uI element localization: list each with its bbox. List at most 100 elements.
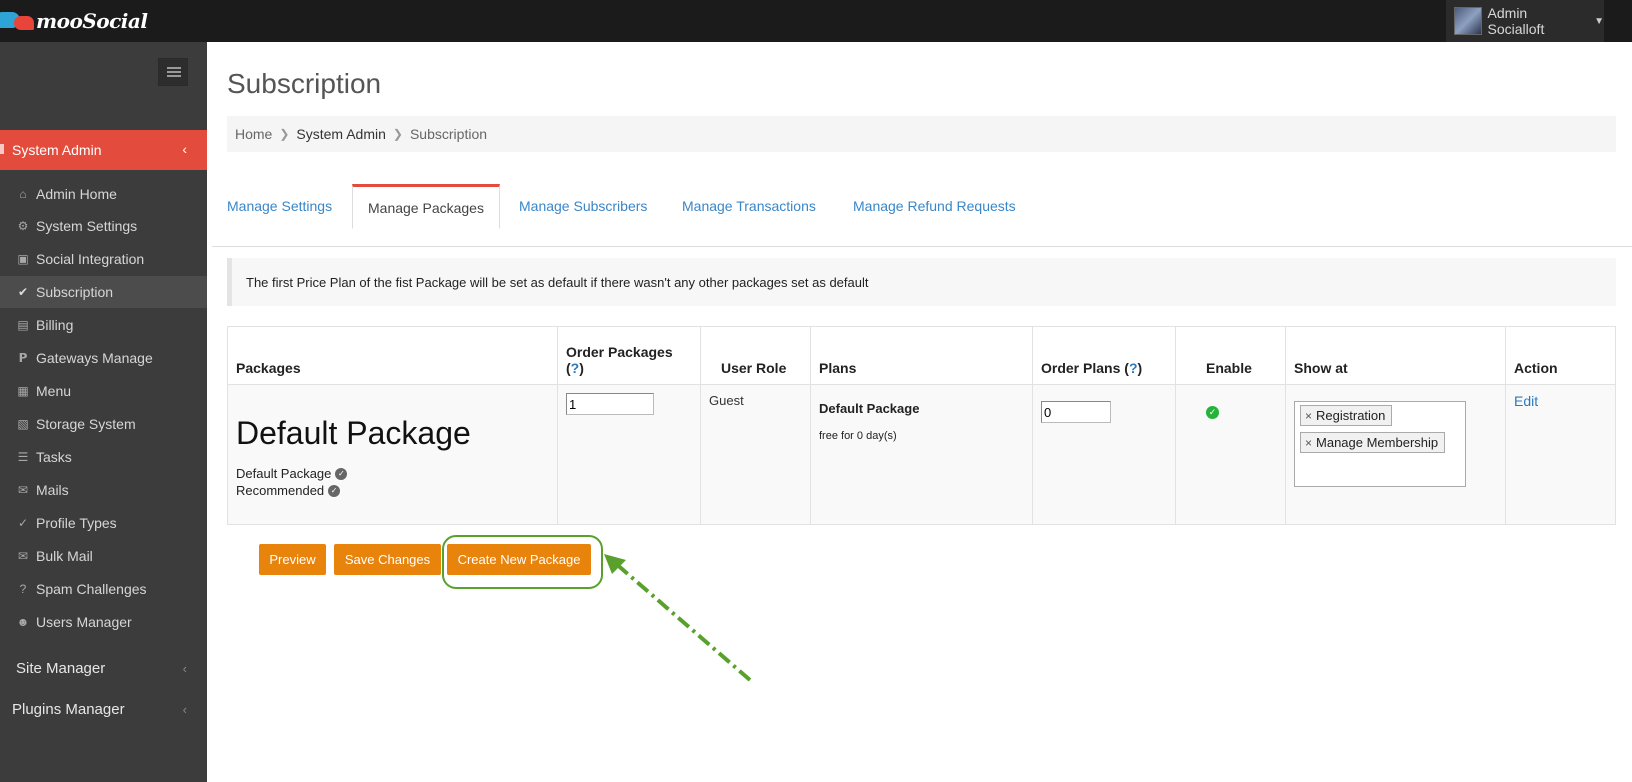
notice-message: The first Price Plan of the fist Package… xyxy=(227,258,1616,306)
sidebar-item-label: Mails xyxy=(36,482,69,498)
tab-manage-refund-requests[interactable]: Manage Refund Requests xyxy=(838,184,1031,228)
user-menu[interactable]: Admin Socialloft ▼ xyxy=(1446,0,1604,42)
sidebar-item-label: Billing xyxy=(36,317,74,333)
sidebar-item-users-manager[interactable]: ☻ Users Manager xyxy=(0,606,207,638)
logo[interactable]: mooSocial xyxy=(0,6,148,36)
sidebar-item-label: Menu xyxy=(36,383,72,399)
sidebar-item-label: Spam Challenges xyxy=(36,581,147,597)
column-header-enable: Enable xyxy=(1175,326,1286,385)
sidebar-group-site-manager[interactable]: Site Manager ‹ xyxy=(0,648,207,688)
envelope-icon: ✉ xyxy=(17,483,29,497)
package-flag-default: Default Package ✓ xyxy=(236,466,549,481)
cell-show-at: × Registration × Manage Membership xyxy=(1285,384,1506,525)
sidebar-item-tasks[interactable]: ☰ Tasks xyxy=(0,441,207,473)
chevron-right-icon: ❯ xyxy=(392,127,403,141)
share-icon: ▣ xyxy=(17,252,29,266)
sidebar: System Admin ‹ ⌂ Admin Home ⚙ System Set… xyxy=(0,42,207,782)
user-role-value: Guest xyxy=(709,393,744,408)
column-header-order-plans: Order Plans (?) xyxy=(1032,326,1176,385)
order-plan-input[interactable] xyxy=(1041,401,1111,423)
tab-manage-packages[interactable]: Manage Packages xyxy=(352,184,500,229)
remove-tag-icon[interactable]: × xyxy=(1305,436,1312,450)
cell-order-packages xyxy=(557,384,701,525)
chevron-left-icon: ‹ xyxy=(182,660,187,676)
gear-icon: ⚙ xyxy=(17,219,29,233)
preview-button[interactable]: Preview xyxy=(259,544,326,575)
plan-description: free for 0 day(s) xyxy=(819,430,897,442)
tab-manage-transactions[interactable]: Manage Transactions xyxy=(667,184,831,228)
credit-card-icon: ▤ xyxy=(17,318,29,332)
sidebar-item-label: Subscription xyxy=(36,284,114,300)
home-icon: ⌂ xyxy=(19,187,27,201)
show-at-tag-registration: × Registration xyxy=(1300,405,1393,426)
package-flag-label: Recommended xyxy=(236,483,325,498)
sidebar-section-system-admin[interactable]: System Admin ‹ xyxy=(0,130,207,170)
sidebar-item-label: Users Manager xyxy=(36,614,132,630)
help-link[interactable]: ? xyxy=(1129,360,1138,376)
show-at-multiselect[interactable]: × Registration × Manage Membership xyxy=(1294,401,1466,487)
annotation-arrow-icon xyxy=(604,554,752,682)
tag-label: Registration xyxy=(1316,408,1386,423)
enabled-check-icon[interactable]: ✓ xyxy=(1206,406,1219,419)
sidebar-item-social-integration[interactable]: ▣ Social Integration xyxy=(0,243,207,275)
sidebar-item-system-settings[interactable]: ⚙ System Settings xyxy=(0,210,207,242)
breadcrumb-system-admin[interactable]: System Admin xyxy=(296,126,385,142)
column-header-label: Order Plans xyxy=(1041,360,1121,376)
page-title: Subscription xyxy=(227,68,382,99)
paypal-icon: 𝗣 xyxy=(18,351,28,365)
tab-bar: Manage Settings Manage Packages Manage S… xyxy=(212,184,1632,247)
sitemap-icon: ▦ xyxy=(17,384,29,398)
sidebar-item-subscription[interactable]: ✔ Subscription xyxy=(0,276,207,308)
sidebar-item-label: Tasks xyxy=(36,449,72,465)
order-package-input[interactable] xyxy=(566,393,654,415)
column-header-show-at: Show at xyxy=(1285,326,1506,385)
sidebar-item-label: Profile Types xyxy=(36,515,117,531)
sidebar-item-admin-home[interactable]: ⌂ Admin Home xyxy=(0,178,207,210)
sidebar-item-label: Gateways Manage xyxy=(36,350,153,366)
tag-label: Manage Membership xyxy=(1316,435,1439,450)
edit-link[interactable]: Edit xyxy=(1514,393,1538,409)
check-circle-icon: ✓ xyxy=(328,484,341,497)
column-header-order-packages: Order Packages (?) xyxy=(557,326,701,385)
package-name: Default Package xyxy=(236,415,471,451)
chevron-down-icon: ▼ xyxy=(1594,15,1604,27)
remove-tag-icon[interactable]: × xyxy=(1305,409,1312,423)
check-circle-icon: ✓ xyxy=(17,516,29,530)
chat-bubbles-icon xyxy=(0,6,36,36)
question-circle-icon: ? xyxy=(19,582,27,596)
package-flag-recommended: Recommended ✓ xyxy=(236,483,549,498)
sidebar-item-mails[interactable]: ✉ Mails xyxy=(0,474,207,506)
tab-manage-settings[interactable]: Manage Settings xyxy=(212,184,347,228)
user-icon: ☻ xyxy=(16,615,30,629)
package-flag-label: Default Package xyxy=(236,466,332,481)
sidebar-item-menu[interactable]: ▦ Menu xyxy=(0,375,207,407)
menu-toggle-button[interactable] xyxy=(158,58,188,86)
cell-action: Edit xyxy=(1505,384,1616,525)
sidebar-item-label: Admin Home xyxy=(36,186,117,202)
chevron-right-icon: ❯ xyxy=(279,127,290,141)
sidebar-item-gateways-manage[interactable]: 𝗣 Gateways Manage xyxy=(0,342,207,374)
sidebar-group-label: Site Manager xyxy=(16,659,106,677)
annotation-highlight-circle xyxy=(442,535,603,589)
file-icon: ▧ xyxy=(17,417,29,431)
sidebar-item-profile-types[interactable]: ✓ Profile Types xyxy=(0,507,207,539)
sidebar-item-spam-challenges[interactable]: ? Spam Challenges xyxy=(0,573,207,605)
tab-manage-subscribers[interactable]: Manage Subscribers xyxy=(504,184,662,228)
sidebar-item-label: Bulk Mail xyxy=(36,548,93,564)
sidebar-item-storage-system[interactable]: ▧ Storage System xyxy=(0,408,207,440)
plan-name: Default Package xyxy=(819,401,920,416)
chevron-left-icon: ‹ xyxy=(182,701,187,717)
sidebar-item-label: Storage System xyxy=(36,416,136,432)
breadcrumb: Home ❯ System Admin ❯ Subscription xyxy=(227,116,1616,152)
breadcrumb-home[interactable]: Home xyxy=(235,126,272,142)
column-header-user-role: User Role xyxy=(700,326,811,385)
sidebar-item-label: Social Integration xyxy=(36,251,145,267)
sidebar-item-bulk-mail[interactable]: ✉ Bulk Mail xyxy=(0,540,207,572)
home-icon xyxy=(0,144,4,154)
sidebar-item-billing[interactable]: ▤ Billing xyxy=(0,309,207,341)
column-header-packages: Packages xyxy=(227,326,558,385)
sidebar-group-plugins-manager[interactable]: Plugins Manager ‹ xyxy=(0,689,207,729)
top-navbar: mooSocial Admin Socialloft ▼ xyxy=(0,0,1632,42)
help-link[interactable]: ? xyxy=(571,360,580,376)
save-changes-button[interactable]: Save Changes xyxy=(334,544,441,575)
